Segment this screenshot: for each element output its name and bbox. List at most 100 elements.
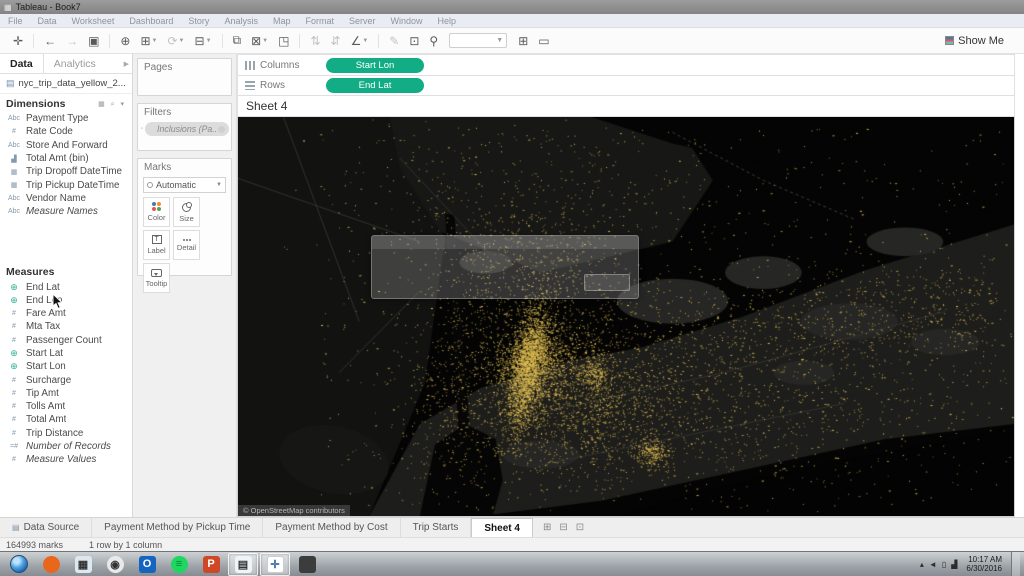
save-button[interactable]: ▣ [83, 32, 104, 50]
detail-button[interactable]: Detail [173, 230, 200, 260]
map-canvas[interactable] [238, 117, 1014, 516]
powerpoint-icon[interactable]: P [196, 553, 226, 576]
field-total-amt[interactable]: # Total Amt [0, 413, 132, 426]
menu-help[interactable]: Help [438, 16, 457, 26]
dimensions-header-icons[interactable]: ▦ ⌕ ▾ [98, 100, 126, 109]
show-cards-button[interactable]: ⊞ [513, 32, 533, 50]
menu-map[interactable]: Map [273, 16, 291, 26]
chevron-down-icon: ▼ [262, 37, 269, 44]
menu-analysis[interactable]: Analysis [224, 16, 258, 26]
show-labels-button[interactable]: ∠ ▼ [346, 32, 374, 50]
tab-analytics[interactable]: Analytics [44, 54, 106, 73]
field-measure-values[interactable]: # Measure Values [0, 453, 132, 466]
columns-shelf[interactable]: Columns Start Lon [237, 54, 1015, 75]
fix-map-button[interactable]: ⚲ [424, 32, 443, 50]
field-tolls-amt[interactable]: # Tolls Amt [0, 400, 132, 413]
powerpoint-icon: P [202, 555, 220, 573]
pages-card[interactable]: Pages [137, 58, 232, 96]
field-store-and-forward[interactable]: Abc Store And Forward [0, 139, 132, 152]
menu-story[interactable]: Story [188, 16, 209, 26]
tab-trip-starts[interactable]: Trip Starts [401, 518, 472, 537]
duplicate-sheet-button[interactable]: ⧉ [228, 31, 247, 50]
menu-format[interactable]: Format [305, 16, 334, 26]
tab-data[interactable]: Data [0, 54, 44, 73]
show-me-button[interactable]: Show Me [945, 35, 1016, 47]
fit-dropdown[interactable]: ▼ [449, 33, 508, 48]
field-mta-tax[interactable]: # Mta Tax [0, 320, 132, 333]
field-trip-dropoff-datetime[interactable]: ▦ Trip Dropoff DateTime [0, 165, 132, 178]
clear-sheet-button[interactable]: ⊠ ▼ [246, 32, 273, 50]
title-bar: ▦ Tableau - Book7 [0, 0, 1024, 14]
chevron-right-icon[interactable]: ▶ [124, 60, 132, 68]
filters-card[interactable]: Filters ▫ Inclusions (Pa.. [137, 103, 232, 151]
new-dashboard-tab-button[interactable]: ⊟ [559, 522, 567, 533]
menu-window[interactable]: Window [391, 16, 423, 26]
new-worksheet-button[interactable]: ⊞ ▼ [135, 32, 162, 50]
notepad-icon[interactable]: ▤ [228, 552, 258, 576]
tab-sheet-4[interactable]: Sheet 4 [471, 518, 533, 537]
field-end-lat[interactable]: ⊕ End Lat [0, 280, 132, 293]
field-start-lon[interactable]: ⊕ Start Lon [0, 360, 132, 373]
field-surcharge[interactable]: # Surcharge [0, 373, 132, 386]
field-measure-names[interactable]: Abc Measure Names [0, 205, 132, 218]
columns-pill-start-lon[interactable]: Start Lon [326, 57, 424, 73]
new-story-tab-button[interactable]: ⊡ [576, 522, 584, 533]
menu-file[interactable]: File [8, 16, 23, 26]
volume-icon[interactable]: ◄ [929, 560, 937, 569]
field-trip-pickup-datetime[interactable]: ▦ Trip Pickup DateTime [0, 178, 132, 191]
network-icon[interactable]: ▟ [951, 560, 957, 569]
tableau-taskbar-icon[interactable]: ✛ [260, 552, 290, 576]
field-total-amt-bin-[interactable]: ▟ Total Amt (bin) [0, 152, 132, 165]
field-number-of-records[interactable]: =# Number of Records [0, 440, 132, 453]
toolbar: ✛ ← → ▣ ⊕ ⊞ ▼ ⟳ ▼ ⊟ ▼ ⧉ ⊠ ▼ ◳ ⇅ ⇵ ∠ ▼ ✎ ⊡ ⚲ ▼ ⊞ ▭ Show Me [0, 28, 1024, 54]
tab-payment-method-by-cost[interactable]: Payment Method by Cost [263, 518, 401, 537]
datasource-item[interactable]: ▤ nyc_trip_data_yellow_2... [0, 74, 132, 94]
presentation-mode-button[interactable]: ▭ [533, 32, 554, 50]
highlight-button[interactable]: ◳ [273, 32, 294, 50]
field-passenger-count[interactable]: # Passenger Count [0, 334, 132, 347]
field-tip-amt[interactable]: # Tip Amt [0, 387, 132, 400]
tab-data-source[interactable]: ▤ Data Source [0, 518, 93, 537]
hidden-icons-icon[interactable]: ▴ [920, 560, 924, 569]
spotify-icon[interactable]: ≡ [164, 553, 194, 576]
menu-data[interactable]: Data [38, 16, 57, 26]
field-fare-amt[interactable]: # Fare Amt [0, 307, 132, 320]
start-button[interactable] [4, 553, 34, 576]
map-view[interactable]: © OpenStreetMap contributors [237, 117, 1015, 517]
chrome-icon[interactable]: ◉ [100, 553, 130, 576]
back-button[interactable]: ← [39, 32, 61, 50]
taskbar-clock[interactable]: 10:17 AM 6/30/2016 [962, 555, 1006, 573]
field-end-lon[interactable]: ⊕ End Lon [0, 294, 132, 307]
show-desktop-button[interactable] [1011, 552, 1020, 576]
field-payment-type[interactable]: Abc Payment Type [0, 112, 132, 125]
sort-ascending-button: ⇅ [310, 33, 321, 48]
battery-icon[interactable]: ▯ [942, 560, 946, 569]
mark-type-dropdown[interactable]: Automatic ▼ [143, 177, 226, 193]
tab-payment-method-by-pickup-time[interactable]: Payment Method by Pickup Time [92, 518, 264, 537]
recorder-icon[interactable] [292, 553, 322, 576]
mark-button-label: Color [147, 213, 166, 222]
color-button[interactable]: Color [143, 197, 170, 227]
menu-dashboard[interactable]: Dashboard [129, 16, 173, 26]
outlook-icon[interactable]: O [132, 553, 162, 576]
rows-pill-end-lat[interactable]: End Lat [326, 78, 424, 93]
size-button[interactable]: Size [173, 197, 200, 227]
calculator-icon[interactable]: ▦ [68, 553, 98, 576]
windows-orb-icon [10, 555, 28, 573]
firefox-icon[interactable] [36, 553, 66, 576]
new-worksheet-tab-button[interactable]: ⊞ [543, 522, 551, 533]
field-trip-distance[interactable]: # Trip Distance [0, 427, 132, 440]
field-start-lat[interactable]: ⊕ Start Lat [0, 347, 132, 360]
add-field-button[interactable]: ⊟ ▼ [190, 32, 217, 50]
new-datasource-button[interactable]: ⊕ [115, 32, 135, 50]
label-button[interactable]: T Label [143, 230, 170, 260]
field-rate-code[interactable]: # Rate Code [0, 125, 132, 138]
menu-worksheet[interactable]: Worksheet [72, 16, 115, 26]
rows-shelf[interactable]: Rows End Lat [237, 75, 1015, 96]
field-vendor-name[interactable]: Abc Vendor Name [0, 192, 132, 205]
tooltip-button[interactable]: Tooltip [143, 263, 170, 293]
filter-pill[interactable]: Inclusions (Pa.. [145, 122, 229, 136]
textbox-button[interactable]: ⊡ [404, 32, 424, 50]
tableau-logo-icon[interactable]: ✛ [8, 32, 28, 50]
menu-server[interactable]: Server [349, 16, 376, 26]
